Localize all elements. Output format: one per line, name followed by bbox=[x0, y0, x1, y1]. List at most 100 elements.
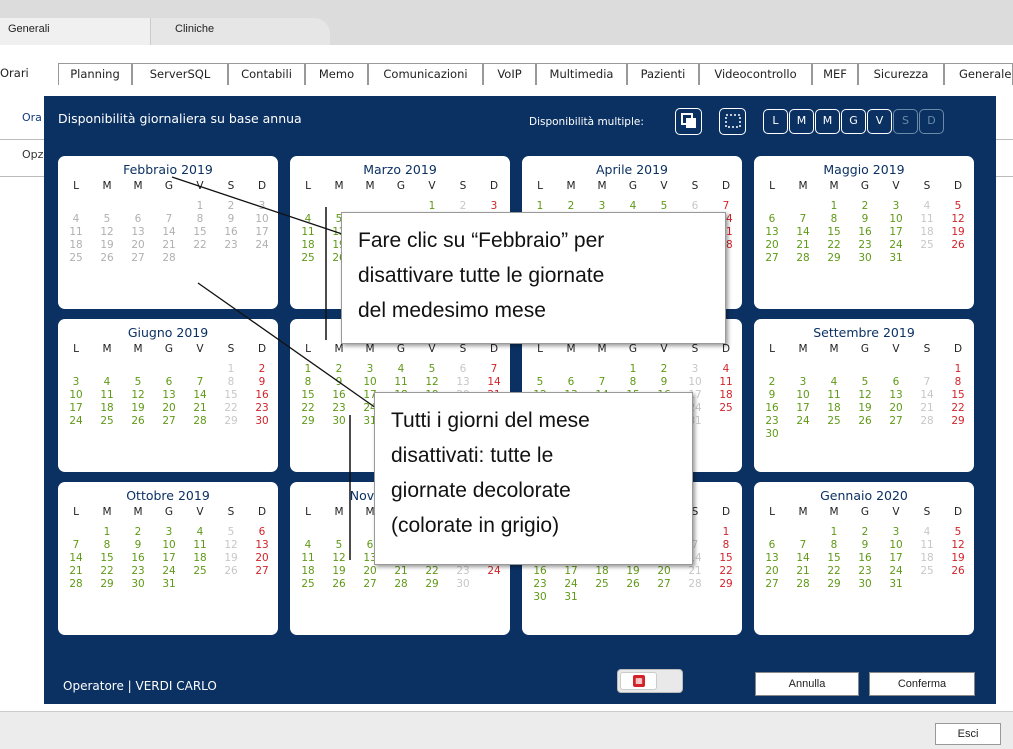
day-cell[interactable]: 8 bbox=[714, 539, 738, 552]
day-cell[interactable]: 3 bbox=[791, 376, 815, 389]
day-cell[interactable]: 16 bbox=[250, 389, 274, 402]
day-cell[interactable]: 5 bbox=[95, 213, 119, 226]
day-cell[interactable]: 6 bbox=[250, 526, 274, 539]
tab-memo[interactable]: Memo bbox=[305, 63, 368, 85]
day-cell[interactable]: 23 bbox=[126, 565, 150, 578]
day-cell[interactable]: 15 bbox=[822, 226, 846, 239]
day-cell[interactable]: 23 bbox=[760, 415, 784, 428]
day-cell[interactable]: 19 bbox=[946, 226, 970, 239]
day-cell[interactable]: 17 bbox=[884, 226, 908, 239]
day-cell[interactable]: 3 bbox=[157, 526, 181, 539]
day-cell[interactable]: 19 bbox=[95, 239, 119, 252]
day-cell[interactable]: 15 bbox=[219, 389, 243, 402]
day-cell[interactable]: 7 bbox=[64, 539, 88, 552]
day-cell[interactable]: 11 bbox=[188, 539, 212, 552]
day-cell[interactable]: 8 bbox=[188, 213, 212, 226]
day-cell[interactable]: 20 bbox=[250, 552, 274, 565]
day-cell[interactable]: 30 bbox=[528, 591, 552, 604]
day-cell[interactable]: 28 bbox=[188, 415, 212, 428]
day-cell[interactable]: 7 bbox=[791, 213, 815, 226]
day-cell[interactable]: 18 bbox=[296, 565, 320, 578]
day-cell[interactable]: 20 bbox=[760, 565, 784, 578]
day-cell[interactable]: 31 bbox=[884, 252, 908, 265]
day-cell[interactable]: 4 bbox=[95, 376, 119, 389]
day-cell[interactable]: 13 bbox=[884, 389, 908, 402]
day-cell[interactable]: 29 bbox=[219, 415, 243, 428]
weekday-button-d[interactable]: D bbox=[919, 109, 944, 134]
day-cell[interactable]: 25 bbox=[822, 415, 846, 428]
day-cell[interactable]: 4 bbox=[915, 200, 939, 213]
exit-button[interactable]: Esci bbox=[935, 723, 1001, 745]
day-cell[interactable]: 12 bbox=[126, 389, 150, 402]
month-name-button[interactable]: Ottobre 2019 bbox=[58, 488, 278, 503]
day-cell[interactable]: 18 bbox=[296, 239, 320, 252]
day-cell[interactable]: 1 bbox=[95, 526, 119, 539]
day-cell[interactable]: 30 bbox=[126, 578, 150, 591]
day-cell[interactable]: 31 bbox=[884, 578, 908, 591]
day-cell[interactable]: 25 bbox=[296, 252, 320, 265]
day-cell[interactable]: 5 bbox=[946, 526, 970, 539]
day-cell[interactable]: 28 bbox=[64, 578, 88, 591]
day-cell[interactable]: 11 bbox=[95, 389, 119, 402]
day-cell[interactable]: 23 bbox=[853, 565, 877, 578]
day-cell[interactable]: 22 bbox=[296, 402, 320, 415]
day-cell[interactable]: 9 bbox=[853, 213, 877, 226]
day-cell[interactable]: 28 bbox=[915, 415, 939, 428]
day-cell[interactable]: 10 bbox=[683, 376, 707, 389]
day-cell[interactable]: 29 bbox=[714, 578, 738, 591]
day-cell[interactable]: 3 bbox=[250, 200, 274, 213]
day-cell[interactable]: 23 bbox=[327, 402, 351, 415]
day-cell[interactable]: 30 bbox=[760, 428, 784, 441]
day-cell[interactable]: 1 bbox=[822, 526, 846, 539]
tab-generali[interactable]: Generali bbox=[0, 18, 170, 45]
day-cell[interactable]: 14 bbox=[915, 389, 939, 402]
tab-orari[interactable]: Orari bbox=[0, 63, 58, 85]
day-cell[interactable]: 18 bbox=[64, 239, 88, 252]
tab-multimedia[interactable]: Multimedia bbox=[536, 63, 627, 85]
day-cell[interactable]: 16 bbox=[126, 552, 150, 565]
day-cell[interactable]: 24 bbox=[64, 415, 88, 428]
day-cell[interactable]: 31 bbox=[157, 578, 181, 591]
confirm-button[interactable]: Conferma bbox=[869, 672, 975, 696]
tab-generale[interactable]: Generale bbox=[944, 63, 1013, 85]
day-cell[interactable]: 28 bbox=[791, 252, 815, 265]
day-cell[interactable]: 26 bbox=[327, 578, 351, 591]
day-cell[interactable]: 1 bbox=[946, 363, 970, 376]
day-cell[interactable]: 17 bbox=[791, 402, 815, 415]
weekday-button-l[interactable]: L bbox=[763, 109, 788, 134]
day-cell[interactable]: 26 bbox=[853, 415, 877, 428]
day-cell[interactable]: 20 bbox=[157, 402, 181, 415]
day-cell[interactable]: 22 bbox=[95, 565, 119, 578]
day-cell[interactable]: 4 bbox=[389, 363, 413, 376]
tab-planning[interactable]: Planning bbox=[58, 63, 132, 85]
day-cell[interactable]: 19 bbox=[327, 565, 351, 578]
day-cell[interactable]: 10 bbox=[884, 213, 908, 226]
day-cell[interactable]: 2 bbox=[652, 363, 676, 376]
day-cell[interactable]: 25 bbox=[590, 578, 614, 591]
day-cell[interactable]: 22 bbox=[188, 239, 212, 252]
day-cell[interactable]: 11 bbox=[915, 539, 939, 552]
tab-pazienti[interactable]: Pazienti bbox=[627, 63, 699, 85]
day-cell[interactable]: 2 bbox=[250, 363, 274, 376]
day-cell[interactable]: 14 bbox=[791, 226, 815, 239]
day-cell[interactable]: 29 bbox=[95, 578, 119, 591]
day-cell[interactable]: 18 bbox=[714, 389, 738, 402]
day-cell[interactable]: 22 bbox=[946, 402, 970, 415]
month-name-button[interactable]: Giugno 2019 bbox=[58, 325, 278, 340]
day-cell[interactable]: 17 bbox=[157, 552, 181, 565]
day-cell[interactable]: 14 bbox=[188, 389, 212, 402]
day-cell[interactable]: 16 bbox=[219, 226, 243, 239]
day-cell[interactable]: 21 bbox=[683, 565, 707, 578]
day-cell[interactable]: 24 bbox=[884, 565, 908, 578]
day-cell[interactable]: 26 bbox=[946, 239, 970, 252]
day-cell[interactable]: 29 bbox=[822, 252, 846, 265]
day-cell[interactable]: 7 bbox=[915, 376, 939, 389]
day-cell[interactable]: 7 bbox=[590, 376, 614, 389]
tab-cliniche[interactable]: Cliniche bbox=[150, 18, 330, 45]
day-cell[interactable]: 21 bbox=[188, 402, 212, 415]
day-cell[interactable]: 2 bbox=[219, 200, 243, 213]
day-cell[interactable]: 31 bbox=[559, 591, 583, 604]
day-cell[interactable]: 7 bbox=[157, 213, 181, 226]
day-cell[interactable]: 12 bbox=[327, 552, 351, 565]
day-cell[interactable]: 12 bbox=[853, 389, 877, 402]
